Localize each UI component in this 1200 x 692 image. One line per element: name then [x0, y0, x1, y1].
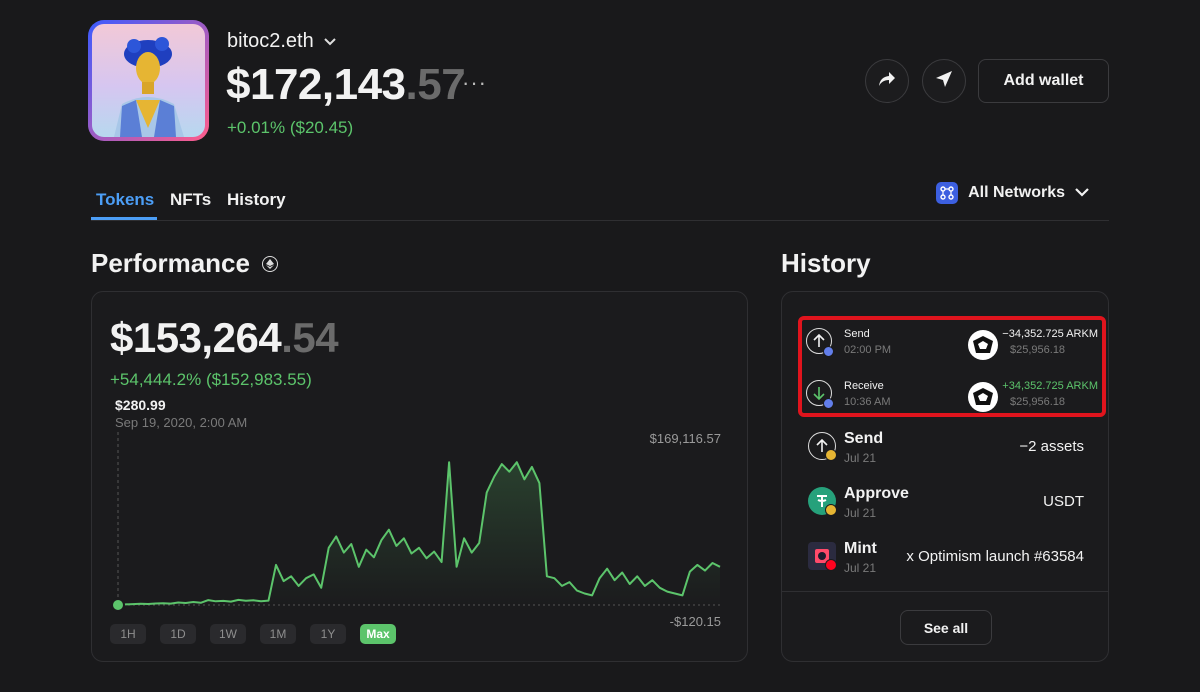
networks-icon [936, 182, 959, 204]
performance-chart[interactable] [92, 292, 747, 661]
chevron-down-icon [1075, 184, 1089, 202]
history-row-mint[interactable]: Mint Jul 21 x Optimism launch #63584 [808, 540, 1084, 580]
range-1w[interactable]: 1W [210, 624, 246, 644]
ethereum-badge-icon [823, 346, 834, 357]
history-row-send[interactable]: Send Jul 21 −2 assets [808, 430, 1084, 470]
history-value: −2 assets [1019, 438, 1084, 455]
network-selector[interactable]: All Networks [936, 182, 1089, 204]
add-wallet-button[interactable]: Add wallet [978, 59, 1109, 103]
wallet-name: bitoc2.eth [227, 30, 314, 52]
networks-label: All Networks [968, 184, 1065, 201]
history-time: 02:00 PM [844, 344, 892, 356]
eth-info-icon[interactable] [261, 255, 278, 272]
hover-point-marker [111, 598, 125, 612]
arkm-token-icon [968, 330, 998, 360]
balance-change: +0.01% ($20.45) [227, 118, 354, 137]
history-heading: History [781, 248, 871, 279]
navigation-arrow-icon [935, 70, 953, 93]
tab-nfts[interactable]: NFTs [170, 190, 211, 210]
history-divider [782, 591, 1108, 592]
history-usd: $25,956.18 [1010, 396, 1066, 408]
wallet-avatar[interactable] [88, 20, 209, 141]
total-balance: $172,143.57 [226, 60, 466, 110]
arkm-token-icon [968, 382, 998, 412]
history-time: 10:36 AM [844, 396, 891, 408]
history-panel: Send 02:00 PM −34,352.725 ARKM $25,956.1… [781, 291, 1109, 662]
range-1m[interactable]: 1M [260, 624, 296, 644]
time-range-selector: 1H 1D 1W 1M 1Y Max [110, 624, 396, 644]
performance-heading: Performance [91, 248, 278, 279]
tab-tokens[interactable]: Tokens [96, 190, 154, 210]
history-usd: $25,956.18 [1010, 344, 1066, 356]
share-icon [878, 71, 896, 92]
bnb-badge-icon [825, 449, 837, 461]
history-title: History [781, 248, 871, 278]
balance-main: $172,143 [226, 60, 406, 109]
history-type: Approve [844, 485, 909, 502]
range-max[interactable]: Max [360, 624, 396, 644]
history-type: Receive [844, 380, 884, 392]
avatar-image [92, 24, 205, 137]
balance-cents: .57 [405, 60, 466, 109]
history-row-send-arkm[interactable]: Send 02:00 PM −34,352.725 ARKM $25,956.1… [806, 324, 1098, 366]
history-date: Jul 21 [844, 506, 877, 520]
history-value: x Optimism launch #63584 [906, 548, 1084, 565]
more-options-button[interactable]: ··· [462, 70, 487, 96]
history-amount: −34,352.725 ARKM [1002, 328, 1098, 340]
history-date: Jul 21 [844, 561, 877, 575]
tab-bar: Tokens NFTs History All Networks [91, 182, 1109, 221]
history-amount: +34,352.725 ARKM [1002, 380, 1098, 392]
history-row-approve[interactable]: Approve Jul 21 USDT [808, 485, 1084, 525]
ethereum-badge-icon [823, 398, 834, 409]
history-type: Send [844, 430, 884, 447]
tab-history[interactable]: History [227, 190, 286, 210]
wallet-name-dropdown[interactable]: bitoc2.eth [227, 30, 336, 53]
see-all-button[interactable]: See all [900, 610, 992, 645]
share-button[interactable] [865, 59, 909, 103]
range-1h[interactable]: 1H [110, 624, 146, 644]
range-1y[interactable]: 1Y [310, 624, 346, 644]
performance-panel: $153,264.54 +54,444.2% ($152,983.55) $28… [91, 291, 748, 662]
chevron-down-icon [324, 34, 336, 49]
history-value: USDT [1043, 493, 1084, 510]
history-date: Jul 21 [844, 451, 877, 465]
history-row-receive-arkm[interactable]: Receive 10:36 AM +34,352.725 ARKM $25,95… [806, 376, 1098, 418]
history-type: Mint [844, 540, 877, 557]
history-type: Send [844, 328, 870, 340]
bnb-badge-icon [825, 504, 837, 516]
send-button[interactable] [922, 59, 966, 103]
active-tab-indicator [91, 217, 157, 220]
performance-title: Performance [91, 248, 250, 278]
range-1d[interactable]: 1D [160, 624, 196, 644]
optimism-badge-icon [825, 559, 837, 571]
